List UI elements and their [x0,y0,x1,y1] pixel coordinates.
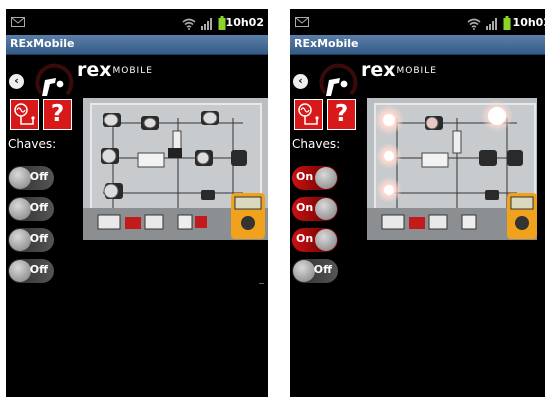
rex-logo-mark-icon [319,63,358,96]
divider-mark [259,283,264,284]
toggle-knob [9,260,31,282]
signal-analyzer-button[interactable] [10,99,39,130]
switch-2-state: Off [29,201,48,214]
toggle-knob [315,198,337,220]
switch-3-state: Off [29,232,48,245]
switch-2-toggle[interactable]: On [292,197,338,221]
switch-4-toggle[interactable]: Off [292,259,338,283]
circuit-board-photo-lit [367,98,537,240]
toggle-knob [9,167,31,189]
brand-logo: rexMOBILE [361,59,437,81]
back-button[interactable]: ‹ [293,74,308,89]
signal-icon [201,18,212,30]
help-icon: ? [50,101,65,127]
circuit-board-photo [83,98,268,240]
switch-1-state: On [296,170,314,183]
waveform-icon [14,103,35,125]
signal-icon [486,18,497,30]
back-arrow-icon: ‹ [14,74,19,87]
status-bar: 10h02 [6,9,268,35]
app-title: RExMobile [294,37,359,50]
toggle-knob [315,229,337,251]
toggle-knob [315,167,337,189]
experiment-camera-feed [83,98,268,240]
toggle-knob [9,229,31,251]
help-button[interactable]: ? [43,99,72,130]
app-title-bar: RExMobile [6,35,268,55]
switches-label: Chaves: [292,137,341,151]
brand-logo: rexMOBILE [77,59,153,81]
status-time: 10h02 [512,16,545,29]
switch-3-state: On [296,232,314,245]
brand-subtitle: MOBILE [396,66,437,76]
mail-icon [11,17,25,27]
help-icon: ? [334,101,349,127]
switch-2-toggle[interactable]: Off [8,197,54,221]
status-bar: 10h02 [290,9,545,35]
switch-1-state: Off [29,170,48,183]
brand-name: rex [77,59,112,81]
back-arrow-icon: ‹ [298,74,303,87]
wifi-icon [182,18,196,30]
switch-1-toggle[interactable]: On [292,166,338,190]
phone-screen-right: 10h02 RExMobile ‹ rexMOBILE ? Chaves: [290,9,545,397]
signal-analyzer-button[interactable] [294,99,323,130]
help-button[interactable]: ? [327,99,356,130]
experiment-camera-feed [367,98,537,240]
mail-icon [295,17,309,27]
switch-4-toggle[interactable]: Off [8,259,54,283]
brand-subtitle: MOBILE [112,66,153,76]
battery-icon [503,16,511,30]
app-title: RExMobile [10,37,75,50]
back-button[interactable]: ‹ [9,74,24,89]
toggle-knob [9,198,31,220]
toggle-knob [293,260,315,282]
rex-logo-mark-icon [35,63,74,96]
switch-2-state: On [296,201,314,214]
waveform-icon [298,103,319,125]
phone-screen-left: 10h02 RExMobile ‹ rexMOBILE ? Chaves: Of… [6,9,268,397]
brand-name: rex [361,59,396,81]
wifi-icon [467,18,481,30]
switches-label: Chaves: [8,137,57,151]
switch-4-state: Off [29,263,48,276]
switch-4-state: Off [313,263,332,276]
switch-3-toggle[interactable]: On [292,228,338,252]
app-title-bar: RExMobile [290,35,545,55]
status-time: 10h02 [225,16,264,29]
switch-1-toggle[interactable]: Off [8,166,54,190]
switch-3-toggle[interactable]: Off [8,228,54,252]
